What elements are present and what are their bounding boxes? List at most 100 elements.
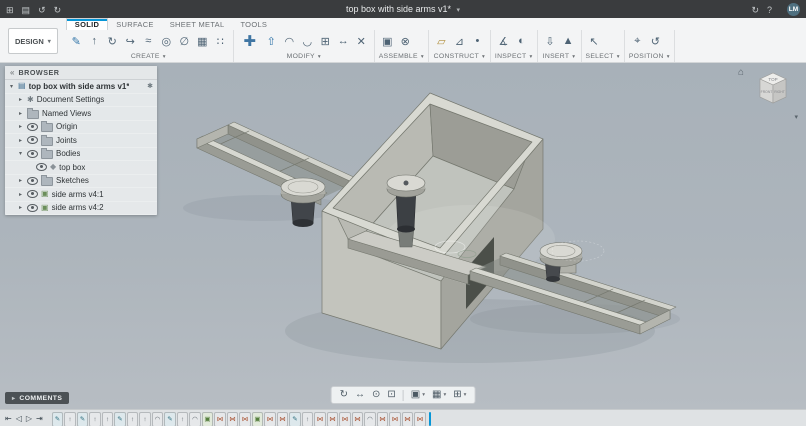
shell-icon[interactable]: ◡: [299, 33, 316, 50]
joint-icon[interactable]: ⊗: [397, 33, 414, 50]
new-component-icon[interactable]: ▣: [379, 33, 396, 50]
offset-face-icon[interactable]: ↔: [335, 33, 352, 50]
browser-item[interactable]: ▸ Origin: [5, 121, 157, 134]
move-copy-icon[interactable]: ✚: [238, 31, 262, 51]
visibility-eye-icon[interactable]: [27, 203, 38, 212]
revolve-icon[interactable]: ↻: [104, 33, 121, 50]
browser-item[interactable]: ◆ top box: [5, 161, 157, 175]
data-panel-grid-icon[interactable]: ⊞: [6, 5, 14, 15]
collapse-chevrons-icon[interactable]: «: [10, 68, 14, 77]
group-dropdown-select[interactable]: SELECT ▾: [586, 51, 620, 62]
group-dropdown-create[interactable]: CREATE ▾: [68, 51, 229, 62]
timeline-feature-joint-icon[interactable]: ⋈: [389, 411, 401, 426]
browser-item[interactable]: ▸ Joints: [5, 134, 157, 148]
primitive-box-icon[interactable]: ▦: [194, 33, 211, 50]
timeline-feature-joint-icon[interactable]: ⋈: [276, 411, 289, 426]
expand-caret-icon[interactable]: ▸: [17, 110, 24, 117]
viewcube-menu-caret-icon[interactable]: ▾: [794, 113, 798, 121]
combine-icon[interactable]: ⊞: [317, 33, 334, 50]
browser-item[interactable]: ▾ Bodies: [5, 148, 157, 161]
group-dropdown-construct[interactable]: CONSTRUCT ▾: [433, 51, 486, 62]
pan-icon[interactable]: ↔: [355, 389, 365, 401]
construct-point-icon[interactable]: •: [469, 33, 486, 50]
browser-header[interactable]: « BROWSER: [5, 66, 157, 80]
viewports-menu[interactable]: ⊞ ▾: [453, 389, 466, 401]
zoom-icon[interactable]: ⊙: [372, 389, 380, 401]
group-dropdown-position[interactable]: POSITION ▾: [629, 51, 670, 62]
press-pull-icon[interactable]: ⇧: [263, 33, 280, 50]
create-sketch-icon[interactable]: ✎: [68, 33, 85, 50]
timeline-step-back-icon[interactable]: ◁: [16, 412, 22, 426]
timeline-feature-modify-icon[interactable]: ◠: [364, 411, 376, 426]
timeline-feature-joint-icon[interactable]: ⋈: [264, 411, 276, 426]
hole-icon[interactable]: ◎: [158, 33, 175, 50]
expand-caret-icon[interactable]: ▸: [17, 96, 24, 103]
timeline-feature-joint-icon[interactable]: ⋈: [414, 411, 426, 426]
help-icon[interactable]: ?: [767, 5, 772, 15]
timeline-feature-joint-icon[interactable]: ⋈: [326, 411, 339, 426]
timeline-feature-component-icon[interactable]: ▣: [201, 411, 214, 426]
viewcube-front-label[interactable]: FRONT: [761, 90, 773, 94]
timeline-feature-sketch-icon[interactable]: ✎: [51, 411, 64, 426]
timeline-feature-extrude-icon[interactable]: ↑: [139, 411, 151, 426]
timeline-feature-sketch-icon[interactable]: ✎: [76, 411, 89, 426]
browser-item[interactable]: ▸ ▣ side arms v4:1: [5, 188, 157, 202]
expand-caret-icon[interactable]: ▸: [17, 177, 24, 184]
timeline-feature-joint-icon[interactable]: ⋈: [339, 411, 351, 426]
timeline-feature-extrude-icon[interactable]: ↑: [89, 411, 101, 426]
expand-caret-icon[interactable]: ▸: [17, 204, 24, 211]
document-tab[interactable]: top box with side arms v1* ▾: [0, 4, 806, 14]
insert-derive-icon[interactable]: ⇩: [542, 33, 559, 50]
offset-plane-icon[interactable]: ▱: [433, 33, 450, 50]
insert-mesh-icon[interactable]: ▲: [560, 33, 577, 50]
timeline-feature-extrude-icon[interactable]: ↑: [126, 411, 139, 426]
comments-panel[interactable]: ▸ COMMENTS: [5, 392, 70, 404]
measure-icon[interactable]: ∡: [495, 33, 512, 50]
timeline-feature-joint-icon[interactable]: ⋈: [239, 411, 251, 426]
section-analysis-icon[interactable]: ◐: [513, 33, 530, 50]
timeline-feature-joint-icon[interactable]: ⋈: [401, 411, 414, 426]
timeline-feature-joint-icon[interactable]: ⋈: [376, 411, 389, 426]
extrude-icon[interactable]: ↑: [86, 33, 103, 50]
group-dropdown-inspect[interactable]: INSPECT ▾: [495, 51, 533, 62]
browser-item[interactable]: ▸ ✱ Document Settings: [5, 94, 157, 107]
expand-caret-icon[interactable]: ▾: [17, 150, 24, 157]
expand-caret-icon[interactable]: ▸: [17, 123, 24, 130]
timeline-feature-joint-icon[interactable]: ⋈: [214, 411, 226, 426]
expand-caret-icon[interactable]: ▸: [17, 137, 24, 144]
timeline-feature-joint-icon[interactable]: ⋈: [226, 411, 239, 426]
orbit-icon[interactable]: ↻: [340, 389, 348, 401]
viewport-canvas[interactable]: « BROWSER ▾ ▤ top box with side arms v1* ✱ ▸…: [0, 63, 806, 409]
fillet-icon[interactable]: ◠: [281, 33, 298, 50]
delete-icon[interactable]: ✕: [353, 33, 370, 50]
timeline-feature-extrude-icon[interactable]: ↑: [64, 411, 76, 426]
timeline-feature-sketch-icon[interactable]: ✎: [114, 411, 126, 426]
expand-caret-icon[interactable]: ▾: [8, 83, 15, 90]
visibility-eye-icon[interactable]: [27, 149, 38, 158]
redo-icon[interactable]: ↻: [54, 5, 62, 15]
group-dropdown-insert[interactable]: INSERT ▾: [542, 51, 577, 62]
browser-item[interactable]: ▾ ▤ top box with side arms v1* ✱: [5, 80, 157, 94]
expand-caret-icon[interactable]: ▸: [17, 191, 24, 198]
viewcube-right-label[interactable]: RIGHT: [774, 90, 785, 94]
timeline-go-to-start-icon[interactable]: ⇤: [5, 412, 12, 426]
viewcube-cube[interactable]: TOP FRONT RIGHT: [738, 65, 800, 123]
loft-icon[interactable]: ≈: [140, 33, 157, 50]
timeline-feature-sketch-icon[interactable]: ✎: [289, 411, 301, 426]
user-avatar[interactable]: LM: [787, 2, 800, 16]
visibility-eye-icon[interactable]: [27, 190, 38, 199]
viewcube[interactable]: ⌂ TOP FRONT RIGHT ▾: [738, 65, 800, 123]
thread-icon[interactable]: ∅: [176, 33, 193, 50]
workspace-switcher[interactable]: DESIGN ▾: [8, 28, 58, 54]
timeline-play-icon[interactable]: ▷: [26, 412, 32, 426]
construct-axis-icon[interactable]: ⊿: [451, 33, 468, 50]
visibility-eye-icon[interactable]: [36, 163, 47, 172]
timeline-position-marker[interactable]: [428, 412, 432, 426]
timeline-feature-component-icon[interactable]: ▣: [251, 411, 264, 426]
timeline-feature-sketch-icon[interactable]: ✎: [164, 411, 176, 426]
group-dropdown-modify[interactable]: MODIFY ▾: [238, 51, 370, 62]
timeline-feature-joint-icon[interactable]: ⋈: [351, 411, 364, 426]
tab-tools[interactable]: TOOLS: [232, 19, 275, 30]
undo-icon[interactable]: ↺: [38, 5, 46, 15]
browser-item[interactable]: ▸ Sketches: [5, 175, 157, 188]
